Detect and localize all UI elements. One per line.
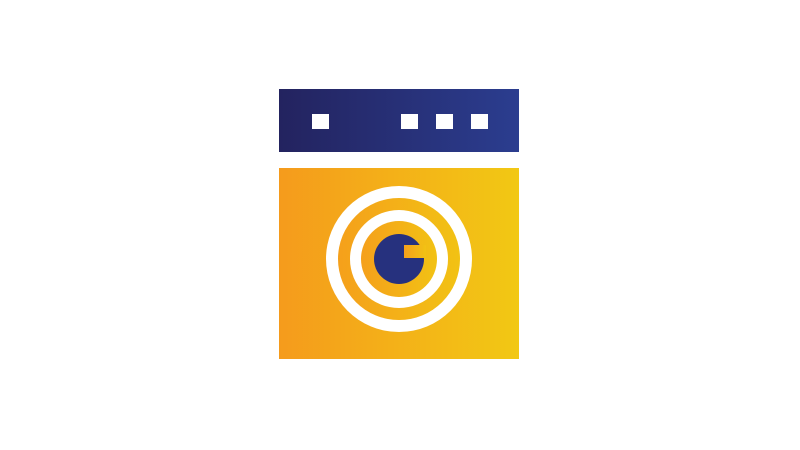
canvas [0, 0, 800, 450]
machine-body [279, 168, 519, 359]
indicator-light-3 [471, 114, 488, 129]
washing-machine-logo [279, 89, 519, 359]
drum [326, 186, 472, 332]
drum-core [374, 234, 424, 284]
indicator-light-1 [401, 114, 418, 129]
drum-core-notch [404, 245, 426, 258]
control-panel [279, 89, 519, 152]
indicator-light-left [312, 114, 329, 129]
indicator-light-2 [436, 114, 453, 129]
